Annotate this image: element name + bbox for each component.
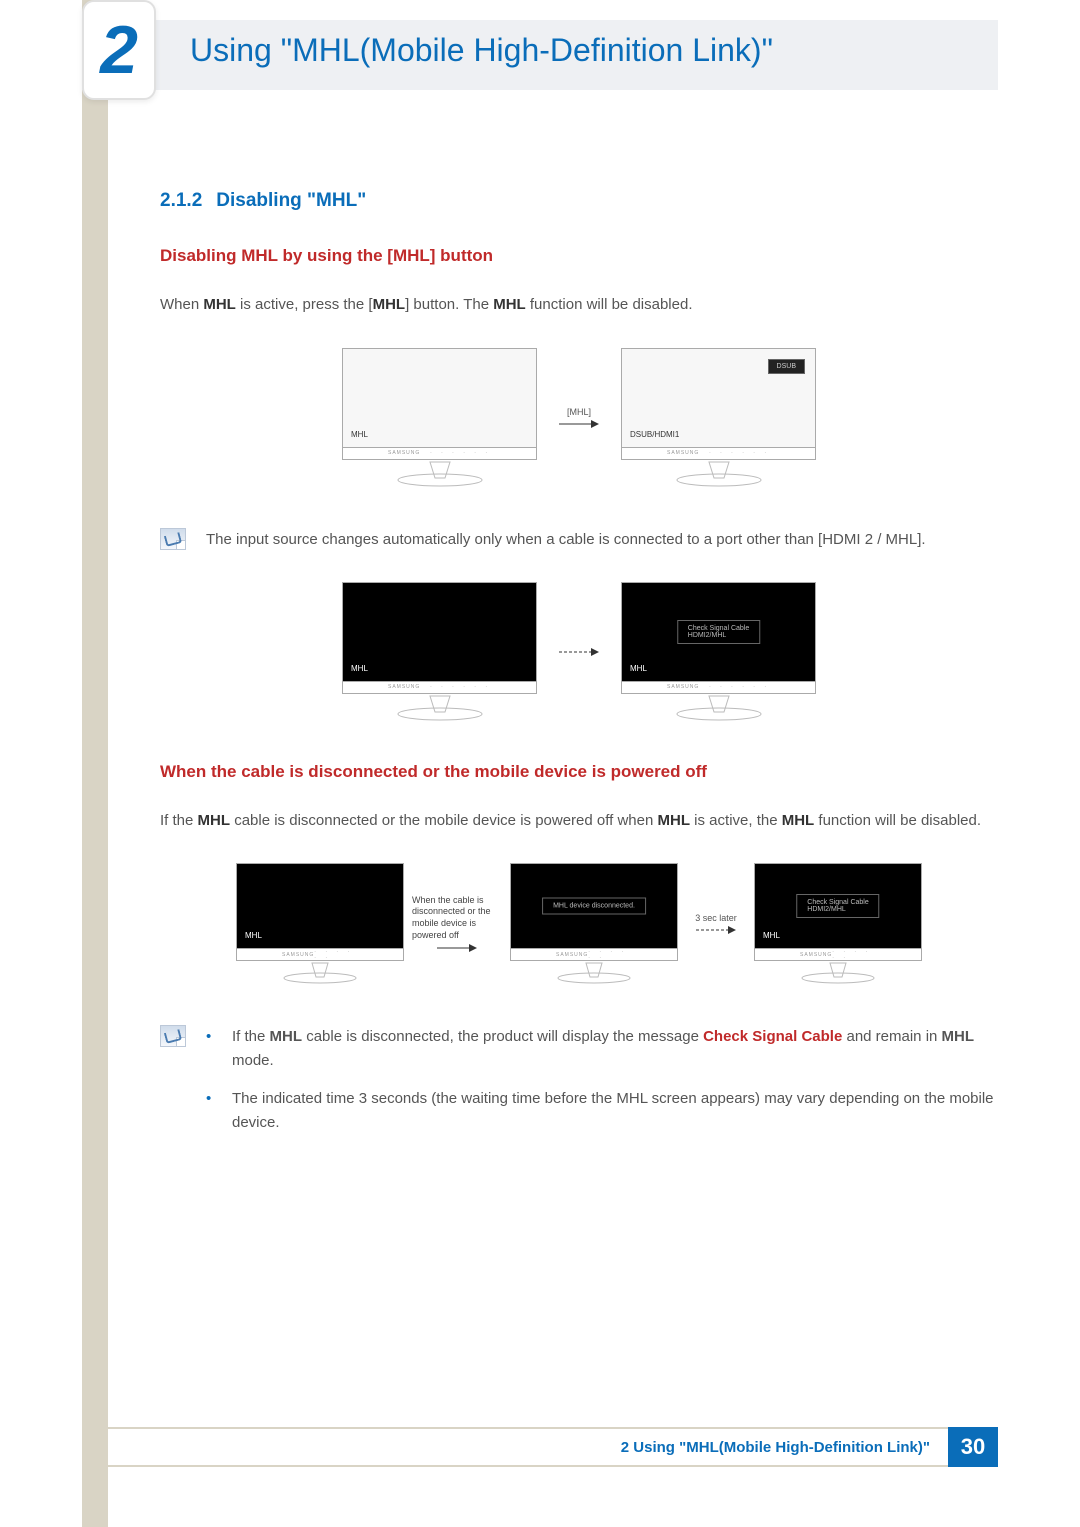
monitor-stand-icon — [798, 961, 878, 985]
monitor-stand-icon — [554, 961, 634, 985]
monitor-stand-icon — [674, 694, 764, 722]
monitor-right: DSUB DSUB/HDMI1 SAMSUNG· · · · · · — [621, 348, 816, 488]
arrow-right-icon — [559, 419, 599, 429]
subsection-heading-1: Disabling MHL by using the [MHL] button — [160, 246, 998, 266]
footer-text: 2 Using "MHL(Mobile High-Definition Link… — [82, 1427, 948, 1467]
monitor-stand-icon — [280, 961, 360, 985]
paragraph-2: If the MHL cable is disconnected or the … — [160, 808, 998, 834]
content-area: 2.1.2 Disabling "MHL" Disabling MHL by us… — [160, 190, 998, 1179]
arrow-right-dashed-icon — [696, 925, 736, 935]
chapter-badge: 2 — [82, 0, 156, 100]
chapter-number: 2 — [100, 11, 138, 89]
note-2: If the MHL cable is disconnected, the pr… — [160, 1025, 998, 1149]
left-margin-band — [82, 0, 108, 1527]
figure-3: MHL SAMSUNG· · · · · · When the cable is… — [160, 863, 998, 985]
figure-2: MHL SAMSUNG· · · · · · Check Signal Cabl… — [160, 582, 998, 722]
monitor-stand-icon — [674, 460, 764, 488]
note-1-text: The input source changes automatically o… — [206, 528, 998, 552]
note-1: The input source changes automatically o… — [160, 528, 998, 552]
monitor-right-2: Check Signal Cable HDMI2/MHL MHL SAMSUNG… — [621, 582, 816, 722]
monitor-f3-c: Check Signal Cable HDMI2/MHL MHL SAMSUNG… — [754, 863, 922, 985]
monitor-left-2: MHL SAMSUNG· · · · · · — [342, 582, 537, 722]
note-2-item-2: The indicated time 3 seconds (the waitin… — [206, 1087, 998, 1135]
arrow-dashed — [549, 647, 609, 657]
monitor-left: MHL SAMSUNG· · · · · · — [342, 348, 537, 488]
subsection-heading-2: When the cable is disconnected or the mo… — [160, 762, 998, 782]
section-number: 2.1.2 — [160, 190, 202, 211]
paragraph-1: When MHL is active, press the [MHL] butt… — [160, 292, 998, 318]
monitor-f3-a: MHL SAMSUNG· · · · · · — [236, 863, 404, 985]
arrow-3sec: 3 sec later — [686, 913, 746, 935]
note-icon — [160, 528, 186, 550]
arrow-note-1: When the cable is disconnected or the mo… — [412, 895, 502, 954]
monitor-stand-icon — [395, 460, 485, 488]
arrow-right-dashed-icon — [559, 647, 599, 657]
arrow-mhl-button: [MHL] — [549, 407, 609, 429]
section-heading: 2.1.2 Disabling "MHL" — [160, 190, 998, 212]
note-2-item-1: If the MHL cable is disconnected, the pr… — [206, 1025, 998, 1073]
section-title: Disabling "MHL" — [216, 190, 366, 211]
footer: 2 Using "MHL(Mobile High-Definition Link… — [82, 1427, 998, 1467]
monitor-stand-icon — [395, 694, 485, 722]
monitor-f3-b: MHL device disconnected. SAMSUNG· · · · … — [510, 863, 678, 985]
figure-1: MHL SAMSUNG· · · · · · [MHL] DSUB DSUB/H… — [160, 348, 998, 488]
page-title: Using "MHL(Mobile High-Definition Link)" — [190, 32, 773, 69]
page-number: 30 — [948, 1427, 998, 1467]
note-2-list: If the MHL cable is disconnected, the pr… — [206, 1025, 998, 1149]
arrow-right-icon — [437, 943, 477, 953]
note-icon — [160, 1025, 186, 1047]
